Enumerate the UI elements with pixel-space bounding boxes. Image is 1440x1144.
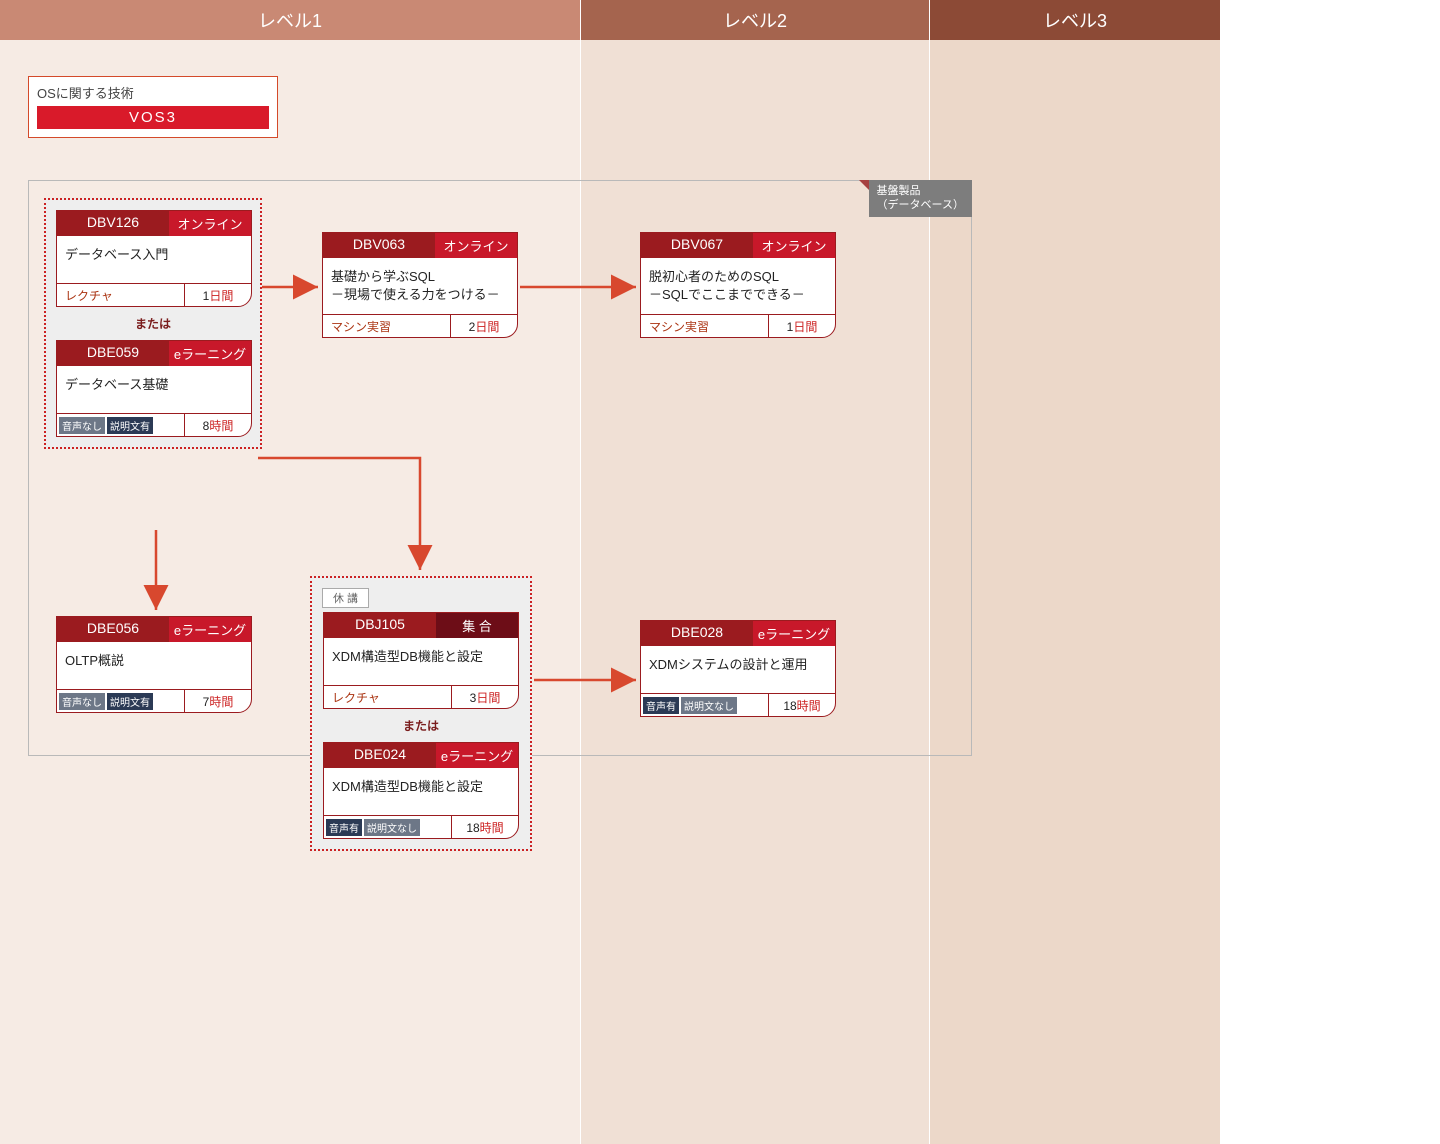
frame-label-l1: 基盤製品 (877, 185, 921, 197)
course-code: DBV067 (641, 233, 753, 258)
course-type: オンライン (753, 233, 835, 258)
course-code: DBV063 (323, 233, 435, 258)
course-format: レクチャ (57, 287, 113, 304)
course-title: XDM構造型DB機能と設定 (324, 638, 518, 686)
course-card-dbe056[interactable]: DBE056 eラーニング OLTP概説 音声なし 説明文有 7時間 (56, 616, 252, 713)
audio-tag: 音声有 (326, 819, 362, 836)
course-code: DBV126 (57, 211, 169, 236)
diagram-canvas: レベル1 レベル2 レベル3 OSに関する技術 VOS3 基盤製品 （データベー… (0, 0, 1440, 1144)
course-format: マシン実習 (323, 318, 391, 335)
desc-tag: 説明文なし (364, 819, 420, 836)
course-duration: 8時間 (185, 417, 251, 434)
os-tech-tag: VOS3 (37, 106, 269, 129)
course-code: DBE056 (57, 617, 169, 642)
course-group-2: 休 講 DBJ105 集 合 XDM構造型DB機能と設定 レクチャ 3日間 また… (310, 576, 532, 851)
course-code: DBJ105 (324, 613, 436, 638)
desc-tag: 説明文有 (107, 417, 153, 434)
course-code: DBE024 (324, 743, 436, 768)
course-card-dbe028[interactable]: DBE028 eラーニング XDMシステムの設計と運用 音声有 説明文なし 18… (640, 620, 836, 717)
or-label: または (56, 315, 250, 332)
desc-tag: 説明文なし (681, 697, 737, 714)
course-duration: 1日間 (769, 318, 835, 335)
course-type: eラーニング (169, 617, 251, 642)
course-duration: 3日間 (452, 689, 518, 706)
level2-header: レベル2 (581, 0, 929, 40)
course-type: オンライン (435, 233, 517, 258)
os-tech-box: OSに関する技術 VOS3 (28, 76, 278, 138)
course-title: 脱初心者のためのSQL－SQLでここまでできる－ (641, 258, 835, 315)
course-duration: 7時間 (185, 693, 251, 710)
course-title: XDM構造型DB機能と設定 (324, 768, 518, 816)
status-closed-chip: 休 講 (322, 588, 369, 608)
level3-column (930, 40, 1220, 1144)
audio-tag: 音声なし (59, 693, 105, 710)
frame-label-l2: （データベース） (877, 199, 964, 211)
course-title: OLTP概説 (57, 642, 251, 690)
course-code: DBE028 (641, 621, 753, 646)
course-duration: 1日間 (185, 287, 251, 304)
desc-tag: 説明文有 (107, 693, 153, 710)
course-card-dbv126[interactable]: DBV126 オンライン データベース入門 レクチャ 1日間 (56, 210, 252, 307)
course-duration: 18時間 (452, 819, 518, 836)
course-card-dbv063[interactable]: DBV063 オンライン 基礎から学ぶSQL－現場で使える力をつける－ マシン実… (322, 232, 518, 338)
course-card-dbj105[interactable]: DBJ105 集 合 XDM構造型DB機能と設定 レクチャ 3日間 (323, 612, 519, 709)
level3-header: レベル3 (930, 0, 1220, 40)
course-format: レクチャ (324, 689, 380, 706)
course-card-dbe024[interactable]: DBE024 eラーニング XDM構造型DB機能と設定 音声有 説明文なし 18… (323, 742, 519, 839)
course-title: 基礎から学ぶSQL－現場で使える力をつける－ (323, 258, 517, 315)
course-duration: 18時間 (769, 697, 835, 714)
audio-tag: 音声有 (643, 697, 679, 714)
course-type: eラーニング (753, 621, 835, 646)
course-type: オンライン (169, 211, 251, 236)
course-title: データベース入門 (57, 236, 251, 284)
course-duration: 2日間 (451, 318, 517, 335)
course-type: eラーニング (436, 743, 518, 768)
course-card-dbv067[interactable]: DBV067 オンライン 脱初心者のためのSQL－SQLでここまでできる－ マシ… (640, 232, 836, 338)
course-type: 集 合 (436, 613, 518, 638)
course-title: データベース基礎 (57, 366, 251, 414)
os-tech-title: OSに関する技術 (37, 83, 269, 102)
course-group-1: DBV126 オンライン データベース入門 レクチャ 1日間 または DBE05… (44, 198, 262, 449)
course-type: eラーニング (169, 341, 251, 366)
or-label: または (322, 717, 520, 734)
course-card-dbe059[interactable]: DBE059 eラーニング データベース基礎 音声なし 説明文有 8時間 (56, 340, 252, 437)
course-title: XDMシステムの設計と運用 (641, 646, 835, 694)
course-code: DBE059 (57, 341, 169, 366)
course-format: マシン実習 (641, 318, 709, 335)
audio-tag: 音声なし (59, 417, 105, 434)
frame-corner-label: 基盤製品 （データベース） (869, 180, 972, 217)
level1-header: レベル1 (0, 0, 580, 40)
